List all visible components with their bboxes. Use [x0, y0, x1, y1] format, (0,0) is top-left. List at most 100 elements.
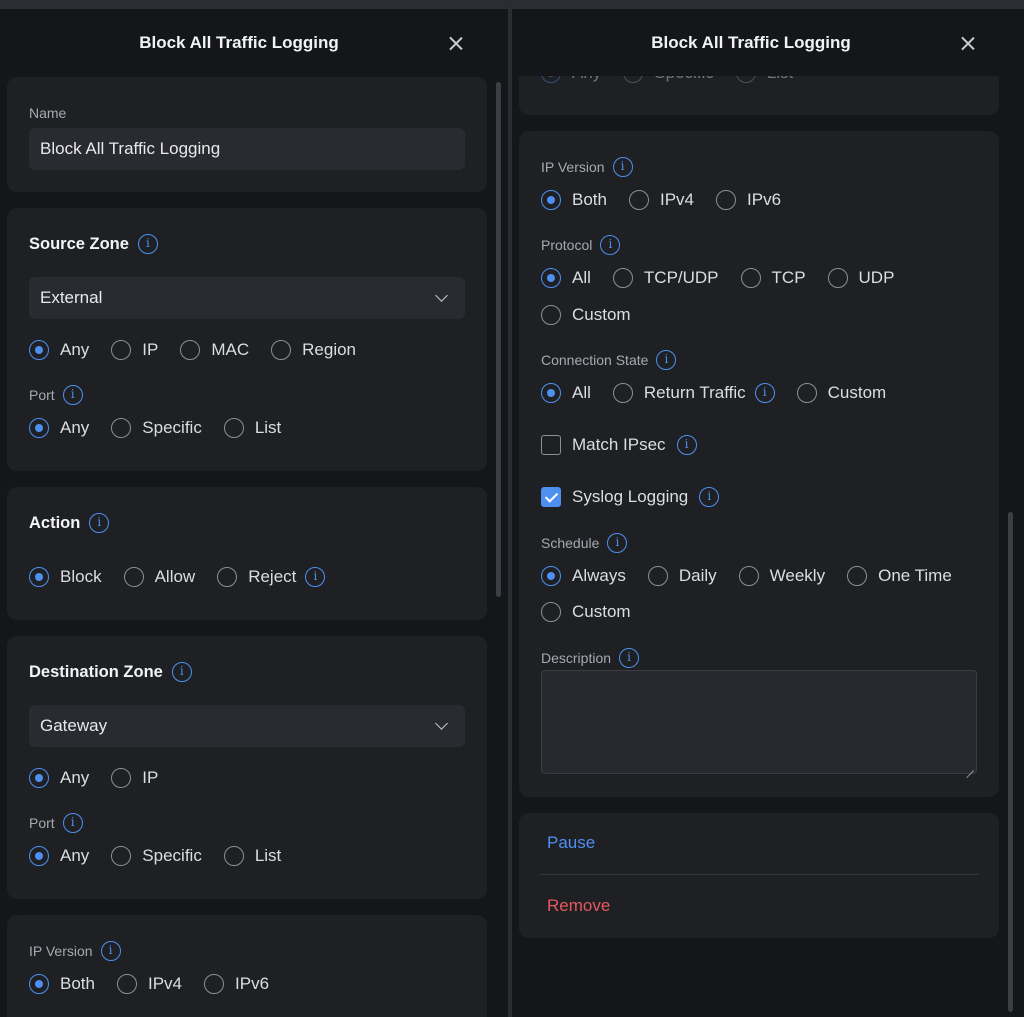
radio-list[interactable]: List	[223, 846, 281, 866]
ip-version-label: IP Version i	[29, 941, 121, 961]
action-card: Action i Block Allow Reject i	[7, 487, 487, 620]
schedule-label: Schedule i	[541, 533, 628, 553]
ip-version-label: IP Version i	[541, 157, 633, 177]
info-icon[interactable]: i	[62, 385, 83, 405]
radio-custom[interactable]: Custom	[541, 305, 631, 325]
left-panel: Block All Traffic Logging Name Block All…	[0, 9, 508, 1017]
info-icon[interactable]: i	[171, 662, 192, 682]
source-zone-select[interactable]: External	[29, 277, 465, 319]
info-icon[interactable]: i	[656, 350, 677, 370]
info-icon[interactable]: i	[600, 235, 621, 255]
action-title: Action i	[29, 513, 110, 533]
description-label: Description i	[541, 648, 640, 668]
match-ipsec-checkbox[interactable]: Match IPsec i	[541, 435, 697, 455]
advanced-card: IP Version i Both IPv4 IPv6 Protocol i All…	[519, 131, 999, 797]
info-icon[interactable]: i	[62, 813, 83, 833]
radio-list[interactable]: List	[735, 76, 793, 83]
action-radio-group: Block Allow Reject i	[29, 567, 347, 587]
info-icon[interactable]: i	[754, 383, 775, 403]
panel-title: Block All Traffic Logging	[139, 33, 339, 52]
port-label: Port i	[29, 813, 83, 833]
rule-actions-card: Pause Remove	[519, 813, 999, 938]
connection-state-radio-group: All Return Traffic i Custom	[541, 383, 908, 403]
info-icon[interactable]: i	[100, 941, 121, 961]
resize-handle-icon[interactable]	[966, 763, 974, 771]
radio-return-traffic[interactable]: Return Traffic i	[612, 383, 775, 403]
info-icon[interactable]: i	[619, 648, 640, 668]
ip-version-radio-group: Both IPv4 IPv6	[29, 974, 291, 994]
panel-title: Block All Traffic Logging	[651, 33, 851, 52]
radio-custom[interactable]: Custom	[796, 383, 886, 403]
radio-weekly[interactable]: Weekly	[738, 566, 825, 586]
radio-specific[interactable]: Specific	[111, 418, 202, 438]
port-label: Port i	[29, 385, 83, 405]
pause-button[interactable]: Pause	[547, 833, 595, 853]
schedule-radio-group-row2: Custom	[541, 602, 653, 622]
destination-port-radio-group: Any Specific List	[29, 846, 303, 866]
ip-version-radio-group: Both IPv4 IPv6	[541, 190, 803, 210]
radio-mac[interactable]: MAC	[180, 340, 249, 360]
connection-state-label: Connection State i	[541, 350, 677, 370]
destination-zone-card: Destination Zone i Gateway Any IP Port i A…	[7, 636, 487, 899]
partial-radio-group: Any Specific List	[541, 76, 815, 83]
radio-one-time[interactable]: One Time	[847, 566, 952, 586]
info-icon[interactable]: i	[607, 533, 628, 553]
destination-zone-title: Destination Zone i	[29, 662, 192, 682]
source-address-radio-group: Any IP MAC Region	[29, 340, 378, 360]
radio-list[interactable]: List	[223, 418, 281, 438]
radio-any[interactable]: Any	[29, 768, 89, 788]
window-top-strip	[0, 0, 508, 9]
radio-ipv4[interactable]: IPv4	[628, 190, 694, 210]
radio-ip[interactable]: IP	[111, 340, 158, 360]
radio-tcp[interactable]: TCP	[740, 268, 806, 288]
radio-always[interactable]: Always	[541, 566, 626, 586]
info-icon[interactable]: i	[305, 567, 326, 587]
radio-any[interactable]: Any	[29, 340, 89, 360]
info-icon[interactable]: i	[612, 157, 633, 177]
radio-any[interactable]: Any	[29, 846, 89, 866]
info-icon[interactable]: i	[676, 435, 697, 455]
info-icon[interactable]: i	[699, 487, 720, 507]
radio-both[interactable]: Both	[541, 190, 607, 210]
protocol-radio-group: All TCP/UDP TCP UDP	[541, 268, 916, 288]
remove-button[interactable]: Remove	[547, 896, 610, 916]
destination-zone-select[interactable]: Gateway	[29, 705, 465, 747]
radio-region[interactable]: Region	[271, 340, 356, 360]
radio-udp[interactable]: UDP	[827, 268, 894, 288]
ip-version-card: IP Version i Both IPv4 IPv6	[7, 915, 487, 1017]
radio-daily[interactable]: Daily	[647, 566, 717, 586]
divider	[539, 874, 979, 875]
radio-specific[interactable]: Specific	[111, 846, 202, 866]
syslog-logging-checkbox[interactable]: Syslog Logging i	[541, 487, 720, 507]
radio-all[interactable]: All	[541, 268, 591, 288]
radio-both[interactable]: Both	[29, 974, 95, 994]
protocol-radio-group-row2: Custom	[541, 305, 653, 325]
info-icon[interactable]: i	[89, 513, 110, 533]
radio-any[interactable]: Any	[29, 418, 89, 438]
name-input[interactable]: Block All Traffic Logging	[29, 128, 465, 170]
close-icon[interactable]	[959, 34, 977, 52]
right-panel: Block All Traffic Logging Any Specific L…	[512, 9, 1024, 1017]
radio-ipv6[interactable]: IPv6	[716, 190, 781, 210]
radio-allow[interactable]: Allow	[123, 567, 195, 587]
radio-reject[interactable]: Reject i	[217, 567, 326, 587]
source-port-radio-group: Any Specific List	[29, 418, 303, 438]
source-zone-title: Source Zone i	[29, 234, 158, 254]
description-textarea[interactable]	[541, 670, 977, 774]
schedule-radio-group: Always Daily Weekly One Time	[541, 566, 974, 586]
radio-any[interactable]: Any	[541, 76, 601, 83]
scrollbar-thumb[interactable]	[1008, 512, 1013, 1012]
close-icon[interactable]	[447, 34, 465, 52]
scrollbar-thumb[interactable]	[496, 82, 501, 597]
name-label: Name	[29, 105, 67, 121]
radio-custom[interactable]: Custom	[541, 602, 631, 622]
chevron-down-icon	[435, 717, 448, 730]
radio-block[interactable]: Block	[29, 567, 102, 587]
info-icon[interactable]: i	[137, 234, 158, 254]
radio-all[interactable]: All	[541, 383, 591, 403]
radio-ipv6[interactable]: IPv6	[204, 974, 269, 994]
radio-specific[interactable]: Specific	[623, 76, 714, 83]
radio-ipv4[interactable]: IPv4	[116, 974, 182, 994]
radio-ip[interactable]: IP	[111, 768, 158, 788]
radio-tcp-udp[interactable]: TCP/UDP	[612, 268, 719, 288]
